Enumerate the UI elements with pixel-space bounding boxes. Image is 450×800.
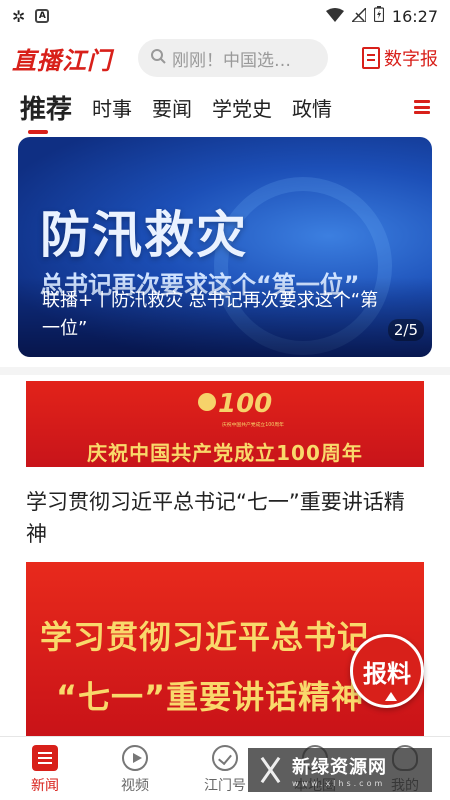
watermark: 新绿资源网 www.xlhs.com — [248, 748, 432, 792]
search-icon — [150, 48, 166, 68]
tab-recommend[interactable]: 推荐 — [20, 89, 72, 134]
a-badge-icon: A — [35, 9, 50, 23]
tab-party-history[interactable]: 学党史 — [212, 93, 272, 122]
centenary-slogan: 庆祝中国共产党成立100周年 — [87, 441, 363, 465]
battery-charging-icon — [373, 6, 384, 26]
top-carousel[interactable]: 防汛救灾 总书记再次要求这个“第一位” 联播+丨防汛救灾 总书记再次要求这个“第… — [18, 137, 432, 357]
news-icon — [32, 745, 58, 771]
nav-video[interactable]: 视频 — [90, 737, 180, 800]
nav-video-label: 视频 — [121, 778, 149, 794]
play-icon — [122, 745, 148, 771]
status-bar: ✲ A 16:27 — [0, 0, 450, 32]
carousel-image-title: 防汛救灾 — [40, 206, 248, 264]
article-banner-centenary[interactable]: 100 庆祝中国共产党成立100周年 庆祝中国共产党成立100周年 — [26, 381, 424, 467]
tab-politics[interactable]: 政情 — [292, 93, 332, 122]
watermark-main-text: 新绿资源网 — [292, 756, 387, 778]
article-title[interactable]: 学习贯彻习近平总书记“七一”重要讲话精神 — [26, 486, 424, 550]
wifi-icon — [325, 7, 344, 26]
speech-banner-line1: 学习贯彻习近平总书记 — [40, 618, 371, 656]
tab-current-affairs[interactable]: 时事 — [92, 93, 132, 122]
bug-icon: ✲ — [12, 6, 26, 26]
upload-arrow-icon — [385, 692, 397, 701]
section-divider — [0, 367, 450, 375]
report-label: 报料 — [363, 659, 411, 688]
nav-jiangmen-hao-label: 江门号 — [204, 778, 246, 794]
speech-banner-line2: “七一”重要讲话精神 — [56, 678, 365, 716]
centenary-small-text: 庆祝中国共产党成立100周年 — [222, 421, 284, 427]
digital-paper-label: 数字报 — [384, 49, 438, 70]
app-logo[interactable]: 直播江门 — [12, 41, 130, 76]
app-header: 直播江门 刚刚！中国选… 数字报 — [0, 36, 450, 80]
party-emblem-icon — [198, 393, 216, 411]
report-news-button[interactable]: 报料 — [350, 634, 424, 708]
check-icon — [212, 745, 238, 771]
newspaper-icon — [362, 47, 380, 69]
watermark-logo-icon — [256, 755, 286, 785]
centenary-number: 100 — [218, 389, 273, 419]
watermark-sub-text: www.xlhs.com — [292, 778, 386, 788]
carousel-page-indicator: 2/5 — [387, 319, 424, 341]
carousel-caption: 联播+丨防汛救灾 总书记再次要求这个“第一位” — [42, 290, 379, 339]
digital-paper-button[interactable]: 数字报 — [362, 45, 438, 71]
channel-tabs: 推荐 时事 要闻 学党史 政情 — [0, 84, 450, 134]
channel-menu-icon[interactable] — [414, 100, 430, 114]
nav-news-label: 新闻 — [31, 778, 59, 794]
tab-headlines[interactable]: 要闻 — [152, 93, 192, 122]
status-time: 16:27 — [391, 6, 438, 26]
search-placeholder: 刚刚！中国选… — [172, 50, 291, 71]
nav-news[interactable]: 新闻 — [0, 737, 90, 800]
signal-off-icon — [350, 5, 367, 26]
search-bar[interactable]: 刚刚！中国选… — [138, 39, 328, 77]
